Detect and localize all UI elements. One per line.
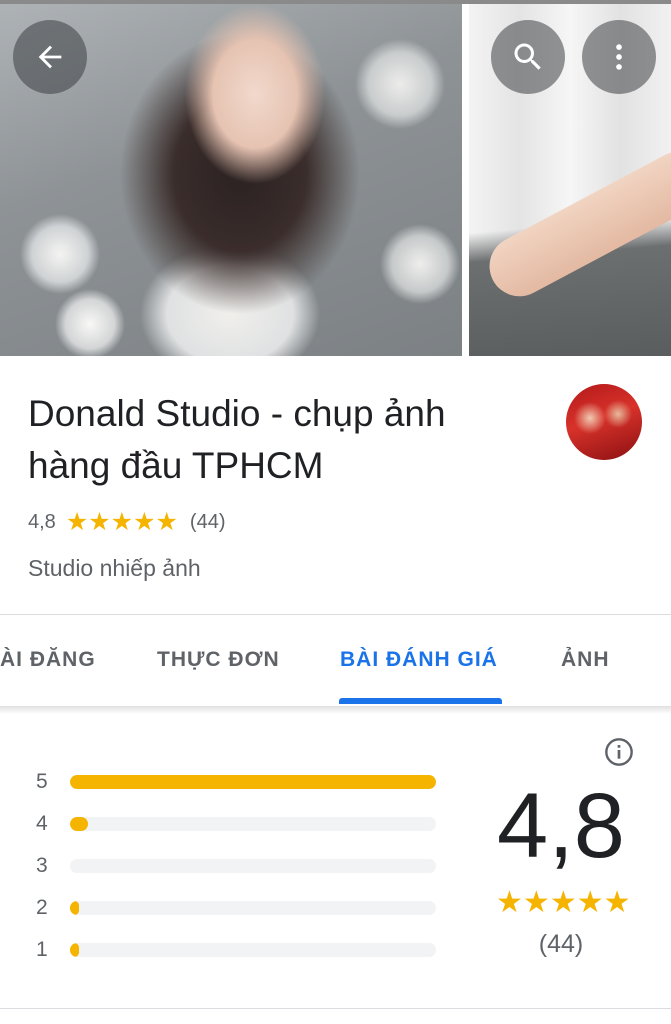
star-icon: ★ — [549, 886, 577, 919]
review-count: (44) — [189, 510, 226, 533]
rating-summary[interactable]: 4,8 ★ ★ ★ ★ ★ (44) — [28, 508, 226, 536]
histogram-track — [70, 859, 436, 873]
tab-bar-shadow — [0, 706, 671, 714]
star-icon: ★ — [496, 886, 523, 919]
histogram-track — [70, 943, 436, 957]
star-icon: ★ — [576, 886, 604, 919]
histogram-row: 1 — [36, 938, 436, 961]
histogram-row: 3 — [36, 854, 436, 877]
avatar[interactable] — [566, 384, 642, 460]
tab-photos[interactable]: ẢNH — [561, 648, 610, 672]
score-review-count: (44) — [538, 930, 584, 958]
place-category: Studio nhiếp ảnh — [28, 555, 201, 581]
divider — [0, 1008, 671, 1009]
photo-subject — [478, 141, 671, 307]
histogram-track — [70, 901, 436, 915]
search-icon — [510, 39, 546, 75]
histogram-track — [70, 775, 436, 789]
histogram-bar — [70, 775, 436, 789]
histogram-label: 5 — [36, 770, 48, 793]
info-icon[interactable] — [603, 736, 635, 773]
star-icon: ★ — [110, 507, 134, 536]
star-icon: ★ — [88, 507, 111, 536]
active-tab-indicator — [339, 698, 502, 704]
tab-bar: ÀI ĐĂNG THỰC ĐƠN BÀI ĐÁNH GIÁ ẢNH — [0, 614, 671, 706]
average-score: 4,8 — [497, 775, 625, 877]
rating-stars: ★ ★ ★ ★ ★ — [65, 507, 178, 536]
place-title: Donald Studio - chụp ảnh hàng đầu TPHCM — [28, 393, 446, 486]
star-icon: ★ — [522, 886, 550, 919]
star-icon: ★ — [155, 507, 178, 536]
histogram-label: 1 — [36, 938, 48, 961]
star-icon: ★ — [133, 507, 156, 536]
score-stars: ★ ★ ★ ★ ★ — [496, 888, 631, 918]
more-vert-icon — [602, 40, 636, 74]
rating-value: 4,8 — [28, 510, 56, 533]
tab-posts[interactable]: ÀI ĐĂNG — [0, 648, 96, 672]
tab-reviews[interactable]: BÀI ĐÁNH GIÁ — [340, 648, 498, 672]
histogram-track — [70, 817, 436, 831]
histogram-row: 5 — [36, 770, 436, 793]
more-options-button[interactable] — [582, 20, 656, 94]
histogram-label: 3 — [36, 854, 48, 877]
tab-menu[interactable]: THỰC ĐƠN — [157, 648, 280, 672]
histogram-row: 4 — [36, 812, 436, 835]
histogram-bar — [70, 817, 89, 831]
histogram-bar — [70, 901, 80, 915]
histogram-label: 4 — [36, 812, 48, 835]
star-icon: ★ — [603, 886, 631, 919]
search-button[interactable] — [491, 20, 565, 94]
star-icon: ★ — [65, 507, 89, 536]
arrow-back-icon — [33, 40, 67, 74]
histogram-row: 2 — [36, 896, 436, 919]
back-button[interactable] — [13, 20, 87, 94]
histogram-bar — [70, 943, 80, 957]
histogram-label: 2 — [36, 896, 48, 919]
